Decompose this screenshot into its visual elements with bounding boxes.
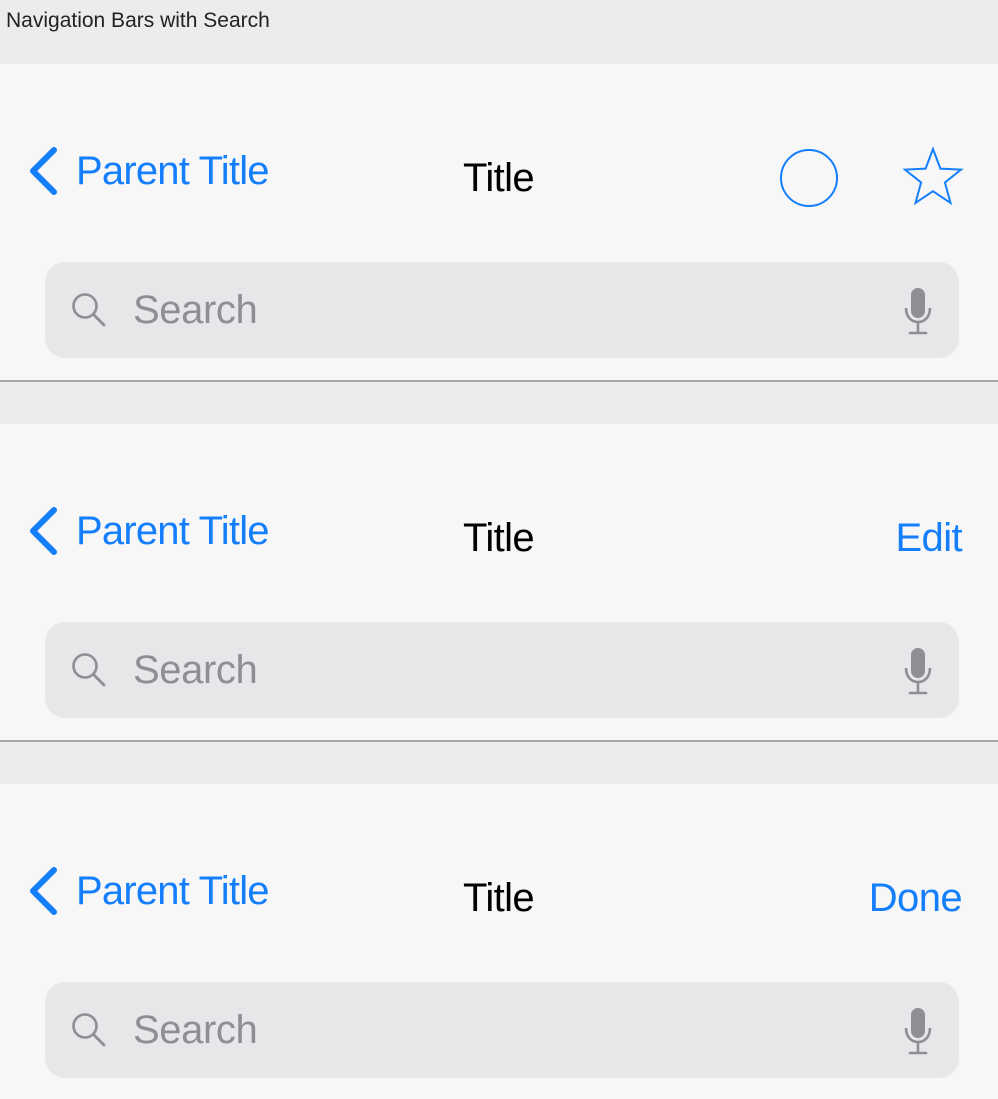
back-button-label: Parent Title: [76, 149, 270, 193]
search-bar: [45, 622, 959, 718]
search-input[interactable]: [133, 1000, 873, 1060]
chevron-left-icon: [30, 147, 57, 195]
search-bar: [45, 262, 959, 358]
microphone-icon[interactable]: [903, 646, 933, 696]
microphone-icon[interactable]: [903, 286, 933, 336]
edit-button[interactable]: Edit: [895, 518, 962, 558]
back-button-label: Parent Title: [76, 869, 270, 913]
star-icon[interactable]: [902, 146, 964, 208]
back-button[interactable]: Parent Title: [26, 146, 270, 196]
microphone-icon[interactable]: [903, 1006, 933, 1056]
chevron-left-icon: [30, 867, 57, 915]
search-input[interactable]: [133, 640, 873, 700]
nav-title: Title: [463, 876, 535, 920]
search-input[interactable]: [133, 280, 873, 340]
back-button[interactable]: Parent Title: [26, 866, 270, 916]
navbar-edit: Parent Title Title Edit: [0, 424, 998, 742]
chevron-left-icon: [30, 507, 57, 555]
back-button[interactable]: Parent Title: [26, 506, 270, 556]
navbar-circle-star: Parent Title Title: [0, 64, 998, 382]
nav-title: Title: [463, 516, 535, 560]
page-title: Navigation Bars with Search: [6, 9, 270, 32]
search-icon: [72, 293, 106, 327]
search-icon: [72, 1013, 106, 1047]
back-button-label: Parent Title: [76, 509, 270, 553]
nav-title: Title: [463, 156, 535, 200]
page-header: Navigation Bars with Search: [0, 0, 998, 64]
done-button[interactable]: Done: [869, 878, 963, 918]
search-icon: [72, 653, 106, 687]
search-bar: [45, 982, 959, 1078]
circle-icon[interactable]: [779, 148, 839, 208]
navbar-done: Parent Title Title Done: [0, 784, 998, 1099]
